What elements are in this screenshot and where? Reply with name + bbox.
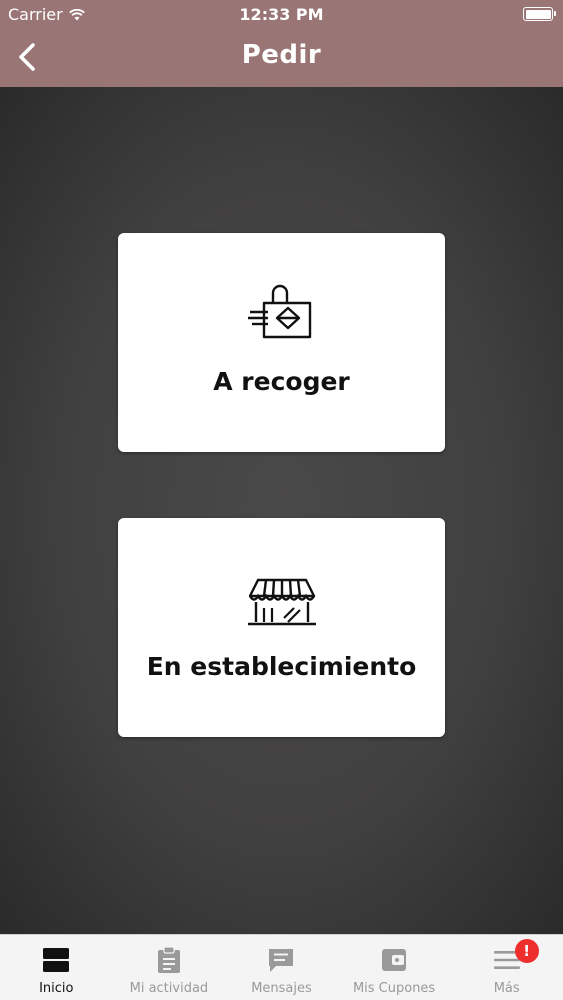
tab-mensajes[interactable]: Mensajes [225,935,338,1000]
content-area: A recoger En establecimiento [0,87,563,934]
header: Carrier 12:33 PM Pedir [0,0,563,87]
nav-bar: Pedir [0,28,563,87]
dine-in-option-card[interactable]: En establecimiento [118,518,445,737]
shopping-bag-icon [247,284,311,339]
storefront-icon [247,578,316,626]
tab-label: Mensajes [251,981,312,996]
page-title: Pedir [241,40,322,70]
tab-label: Más [493,981,520,996]
message-icon [269,949,294,972]
tab-inicio[interactable]: Inicio [0,935,113,1000]
notification-badge: ! [514,939,539,963]
status-time: 12:33 PM [239,5,324,24]
home-icon [43,948,70,972]
clipboard-icon [157,946,180,973]
battery-icon [523,7,556,21]
tab-label: Mis Cupones [352,981,436,996]
tab-bar: Inicio Mi actividad Mensajes Mis Cupones… [0,934,563,1000]
app-screen: Carrier 12:33 PM Pedir A recoger En esta… [0,0,563,1000]
tab-mas[interactable]: ! Más [450,935,563,1000]
tab-mis-cupones[interactable]: Mis Cupones [338,935,451,1000]
tab-label: Mi actividad [129,981,209,996]
wallet-icon [382,949,407,971]
tab-mi-actividad[interactable]: Mi actividad [113,935,226,1000]
status-bar: Carrier 12:33 PM [0,0,563,28]
tab-label: Inicio [39,981,74,996]
dine-in-option-label: En establecimiento [146,652,417,681]
pickup-option-card[interactable]: A recoger [118,233,445,452]
pickup-option-label: A recoger [213,367,350,396]
